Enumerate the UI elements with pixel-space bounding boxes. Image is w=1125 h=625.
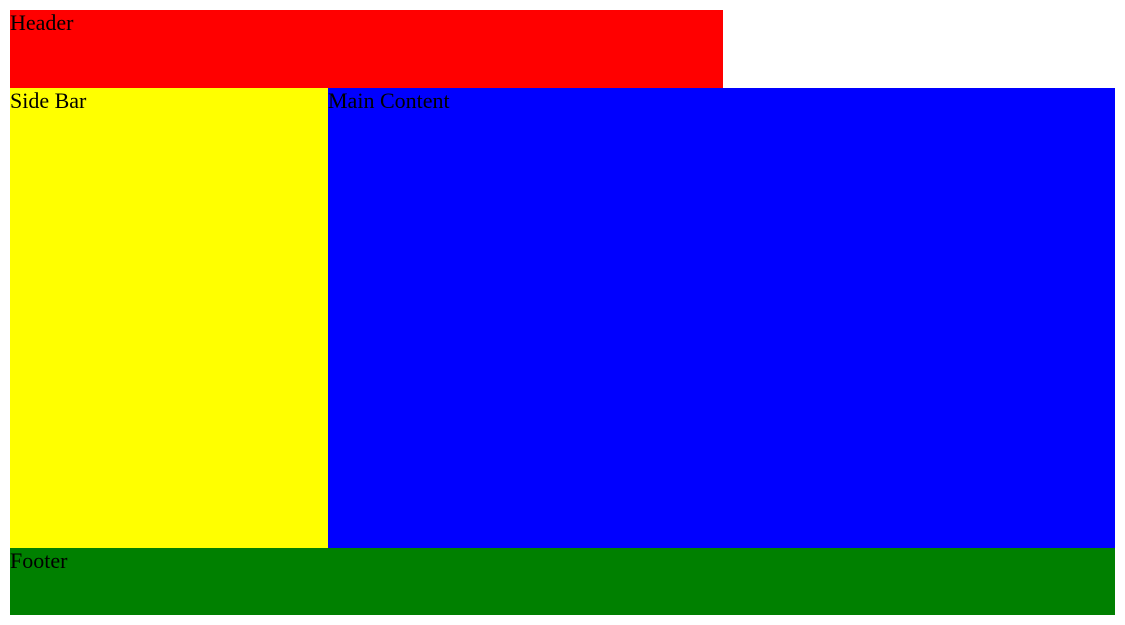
page-layout: Header Side Bar Main Content Footer (10, 10, 1115, 615)
footer-region: Footer (10, 548, 1115, 615)
main-content-label: Main Content (328, 88, 450, 113)
header-label: Header (10, 10, 74, 35)
sidebar-label: Side Bar (10, 88, 86, 113)
main-content-region: Main Content (328, 88, 1115, 548)
footer-label: Footer (10, 548, 67, 573)
middle-region: Side Bar Main Content (10, 88, 1115, 548)
header-region: Header (10, 10, 723, 88)
sidebar-region: Side Bar (10, 88, 328, 548)
